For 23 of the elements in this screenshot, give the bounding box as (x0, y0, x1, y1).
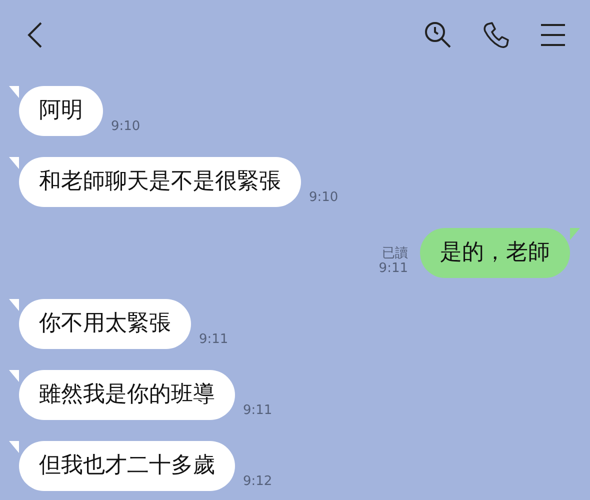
phone-icon[interactable] (482, 21, 510, 49)
message-bubble: 和老師聊天是不是很緊張 (19, 157, 301, 207)
search-icon[interactable] (424, 21, 452, 49)
message-time: 9:10 (309, 190, 338, 205)
message-time: 9:11 (378, 261, 408, 276)
message-bubble: 是的，老師 (420, 228, 570, 278)
bubble-tail (9, 370, 19, 382)
menu-icon[interactable] (540, 23, 566, 47)
message-bubble: 雖然我是你的班導 (19, 370, 235, 420)
message-time: 9:12 (243, 474, 272, 489)
bubble-tail (570, 228, 580, 240)
message-time: 9:10 (111, 119, 140, 134)
message-time: 9:11 (243, 403, 272, 418)
bubble-tail (9, 157, 19, 169)
message-time: 9:11 (199, 332, 228, 347)
back-icon[interactable] (27, 21, 43, 49)
read-receipt: 已讀 (382, 246, 408, 261)
message-bubble: 但我也才二十多歲 (19, 441, 235, 491)
message-bubble: 阿明 (19, 86, 103, 136)
bubble-tail (9, 86, 19, 98)
bubble-tail (9, 299, 19, 311)
bubble-tail (9, 441, 19, 453)
message-bubble: 你不用太緊張 (19, 299, 191, 349)
